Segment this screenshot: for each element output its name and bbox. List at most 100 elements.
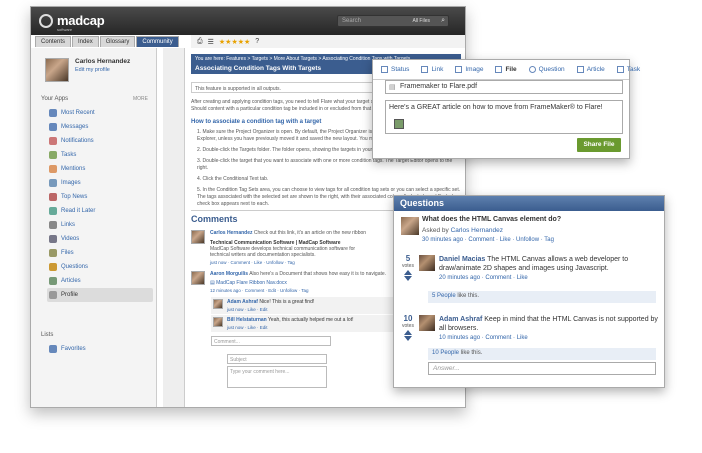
tab-question[interactable]: Question (528, 66, 565, 73)
reply-actions[interactable]: just now · Like · Edit (227, 307, 314, 312)
question-actions[interactable]: 30 minutes ago · Comment · Like · Unfoll… (422, 237, 554, 243)
help-icon[interactable]: ? (255, 38, 259, 45)
sidebar-item-messages[interactable]: Messages (47, 120, 153, 134)
avatar[interactable] (191, 271, 205, 285)
votes-label: votes (402, 263, 414, 269)
sidebar-item-mentions[interactable]: Mentions (47, 162, 153, 176)
tab-label: Image (465, 66, 484, 73)
sidebar-item-most-recent[interactable]: Most Recent (47, 106, 153, 120)
reply-author[interactable]: Bill Helstaturnan (227, 317, 267, 323)
article-icon (576, 66, 584, 73)
vote-up-icon[interactable] (404, 330, 412, 335)
sidebar-item-favorites[interactable]: Favorites (47, 342, 153, 356)
message-text: Here's a GREAT article on how to move fr… (389, 104, 603, 111)
sidebar-item-images[interactable]: Images (47, 176, 153, 190)
tab-label: Question (538, 66, 565, 73)
reply-author[interactable]: Adam Ashraf (227, 299, 258, 305)
comment-actions[interactable]: just now · Comment · Like · Unfollow · T… (210, 260, 366, 265)
vote-down-icon[interactable] (404, 336, 412, 341)
sidebar-item-notifications[interactable]: Notifications (47, 134, 153, 148)
sidebar-item-top-news[interactable]: Top News (47, 190, 153, 204)
tab-community[interactable]: Community (136, 36, 179, 47)
questions-icon (49, 263, 57, 271)
sidebar-item-videos[interactable]: Videos (47, 232, 153, 246)
tab-status[interactable]: Status (381, 66, 409, 73)
avatar[interactable] (45, 58, 69, 82)
question-title[interactable]: What does the HTML Canvas element do? (422, 216, 561, 223)
share-tabs: Status Link Image File Question Article … (373, 60, 640, 80)
collapse-strip[interactable] (163, 48, 185, 407)
search-icon[interactable]: ⌕ (441, 17, 445, 25)
sidebar-item-profile[interactable]: Profile (47, 288, 153, 302)
step-3: 3. Double-click the target that you want… (197, 158, 453, 171)
tab-index[interactable]: Index (72, 36, 99, 47)
reply-actions[interactable]: just now · Like · Edit (227, 325, 353, 330)
tab-label: Link (431, 66, 444, 73)
sidebar-item-read-it-later[interactable]: Read it Later (47, 204, 153, 218)
search-placeholder: Search (342, 18, 362, 24)
tab-image[interactable]: Image (455, 66, 483, 73)
tab-label: File (505, 66, 517, 73)
search-input[interactable]: Search All Files ⌕ (337, 15, 449, 27)
profile-block: Carlos Hernandez Edit my profile (45, 58, 130, 82)
tab-contents[interactable]: Contents (35, 36, 72, 47)
lists-list: Favorites (47, 342, 153, 356)
avatar[interactable] (191, 230, 205, 244)
sidebar-item-files[interactable]: Files (47, 246, 153, 260)
avatar[interactable] (213, 299, 223, 309)
tab-link[interactable]: Link (421, 66, 443, 73)
message-input[interactable]: Here's a GREAT article on how to move fr… (385, 100, 623, 134)
likes-count[interactable]: 10 People (432, 350, 459, 356)
file-field[interactable]: ▤ Framemaker to Flare.pdf (385, 80, 623, 94)
avatar[interactable] (419, 315, 435, 331)
sidebar-item-questions[interactable]: Questions (47, 260, 153, 274)
vote-down-icon[interactable] (404, 276, 412, 281)
link-description: MadCap Software develops technical commu… (210, 246, 356, 258)
votes-label: votes (402, 323, 414, 329)
sidebar-item-links[interactable]: Links (47, 218, 153, 232)
image-icon (455, 66, 463, 73)
tab-task[interactable]: Task (616, 66, 641, 73)
comment-actions[interactable]: 12 minutes ago · Comment · Edit · Unfoll… (210, 288, 386, 293)
tab-label: Task (626, 66, 641, 73)
tab-article[interactable]: Article (576, 66, 605, 73)
sidebar-item-label: Files (61, 250, 74, 256)
answer-actions[interactable]: 20 minutes ago · Comment · Like (439, 274, 659, 283)
answer-actions[interactable]: 10 minutes ago · Comment · Like (439, 334, 659, 343)
mentions-icon (49, 165, 57, 173)
videos-icon (49, 235, 57, 243)
asker-link[interactable]: Carlos Hernandez (451, 227, 503, 234)
tab-glossary[interactable]: Glossary (99, 36, 136, 47)
sidebar-item-tasks[interactable]: Tasks (47, 148, 153, 162)
sidebar-item-label: Tasks (61, 152, 77, 158)
comment-author[interactable]: Aaron Morguilis (210, 271, 248, 277)
avatar[interactable] (213, 317, 223, 327)
tab-file[interactable]: File (495, 66, 517, 73)
print-icon[interactable]: ⎙ (197, 38, 203, 46)
share-file-button[interactable]: Share File (577, 138, 621, 152)
likes-count[interactable]: 5 People (432, 293, 456, 299)
sidebar-item-articles[interactable]: Articles (47, 274, 153, 288)
answer-author[interactable]: Daniel Macias (439, 256, 485, 263)
link-icon (421, 66, 429, 73)
sidebar-item-label: Favorites (61, 346, 86, 352)
list-icon[interactable]: ☰ (208, 38, 214, 46)
answer-input[interactable]: Answer... (428, 362, 656, 375)
search-filter-dropdown[interactable]: All Files (412, 18, 430, 24)
edit-profile-link[interactable]: Edit my profile (75, 67, 130, 73)
attached-file-link[interactable]: ▤ MadCap Flare Ribbon Nav.docx (210, 280, 386, 286)
new-comment-input[interactable]: Type your comment here... (227, 366, 327, 388)
vote-up-icon[interactable] (404, 270, 412, 275)
file-name: MadCap Flare Ribbon Nav.docx (216, 280, 287, 286)
profile-name: Carlos Hernandez (75, 58, 131, 65)
more-link[interactable]: MORE (133, 96, 148, 102)
avatar[interactable] (419, 255, 435, 271)
comment-author[interactable]: Carlos Hernandez (210, 230, 253, 236)
avatar[interactable] (401, 217, 419, 235)
rating-stars[interactable]: ★★★★★ (219, 38, 250, 46)
subject-input[interactable]: Subject (227, 354, 327, 364)
questions-heading: Questions (394, 196, 664, 211)
logo-subtitle: software (57, 27, 73, 32)
reply-input[interactable]: Comment... (211, 336, 331, 346)
answer-author[interactable]: Adam Ashraf (439, 316, 482, 323)
